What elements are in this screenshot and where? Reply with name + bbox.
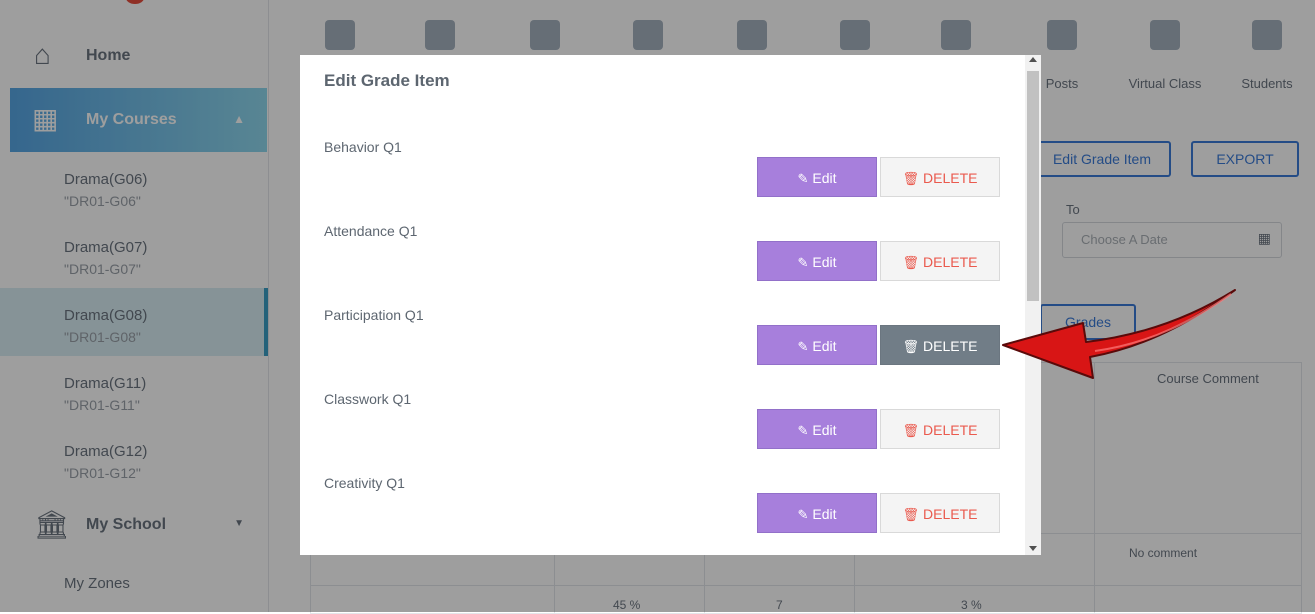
grade-item-row: Behavior Q1 ✎ Edit 🗑 DELETE (300, 139, 1025, 223)
red-pointer-arrow-icon (1002, 289, 1236, 379)
delete-button[interactable]: 🗑 DELETE (880, 241, 1000, 281)
delete-button[interactable]: 🗑 DELETE (880, 157, 1000, 197)
edit-icon: ✎ (797, 507, 809, 522)
grade-item-name: Classwork Q1 (324, 391, 412, 407)
trash-icon: 🗑 (902, 507, 920, 522)
grade-item-row: Participation Q1 ✎ Edit 🗑 DELETE (300, 307, 1025, 391)
delete-button[interactable]: 🗑 DELETE (880, 493, 1000, 533)
scroll-up-arrow-icon[interactable] (1029, 57, 1037, 62)
grade-item-name: Participation Q1 (324, 307, 424, 323)
edit-icon: ✎ (797, 423, 809, 438)
edit-grade-item-modal: Edit Grade Item Behavior Q1 ✎ Edit 🗑 DELET… (300, 55, 1041, 555)
delete-button[interactable]: 🗑 DELETE (880, 409, 1000, 449)
edit-button[interactable]: ✎ Edit (757, 241, 877, 281)
modal-title: Edit Grade Item (324, 71, 450, 90)
scroll-down-arrow-icon[interactable] (1029, 546, 1037, 551)
trash-icon: 🗑 (902, 423, 920, 438)
edit-button[interactable]: ✎ Edit (757, 157, 877, 197)
trash-icon: 🗑 (902, 339, 920, 354)
trash-icon: 🗑 (902, 171, 920, 186)
scrollbar-thumb[interactable] (1027, 71, 1039, 301)
edit-button[interactable]: ✎ Edit (757, 325, 877, 365)
edit-icon: ✎ (797, 339, 809, 354)
grade-item-name: Attendance Q1 (324, 223, 418, 239)
trash-icon: 🗑 (902, 255, 920, 270)
edit-button[interactable]: ✎ Edit (757, 409, 877, 449)
edit-icon: ✎ (797, 171, 809, 186)
grade-item-name: Creativity Q1 (324, 475, 405, 491)
grade-item-row: Classwork Q1 ✎ Edit 🗑 DELETE (300, 391, 1025, 475)
grade-item-name: Behavior Q1 (324, 139, 402, 155)
grade-item-row: Attendance Q1 ✎ Edit 🗑 DELETE (300, 223, 1025, 307)
grade-item-row: Creativity Q1 ✎ Edit 🗑 DELETE (300, 475, 1025, 555)
delete-button-hovered[interactable]: 🗑 DELETE (880, 325, 1000, 365)
edit-icon: ✎ (797, 255, 809, 270)
edit-button[interactable]: ✎ Edit (757, 493, 877, 533)
